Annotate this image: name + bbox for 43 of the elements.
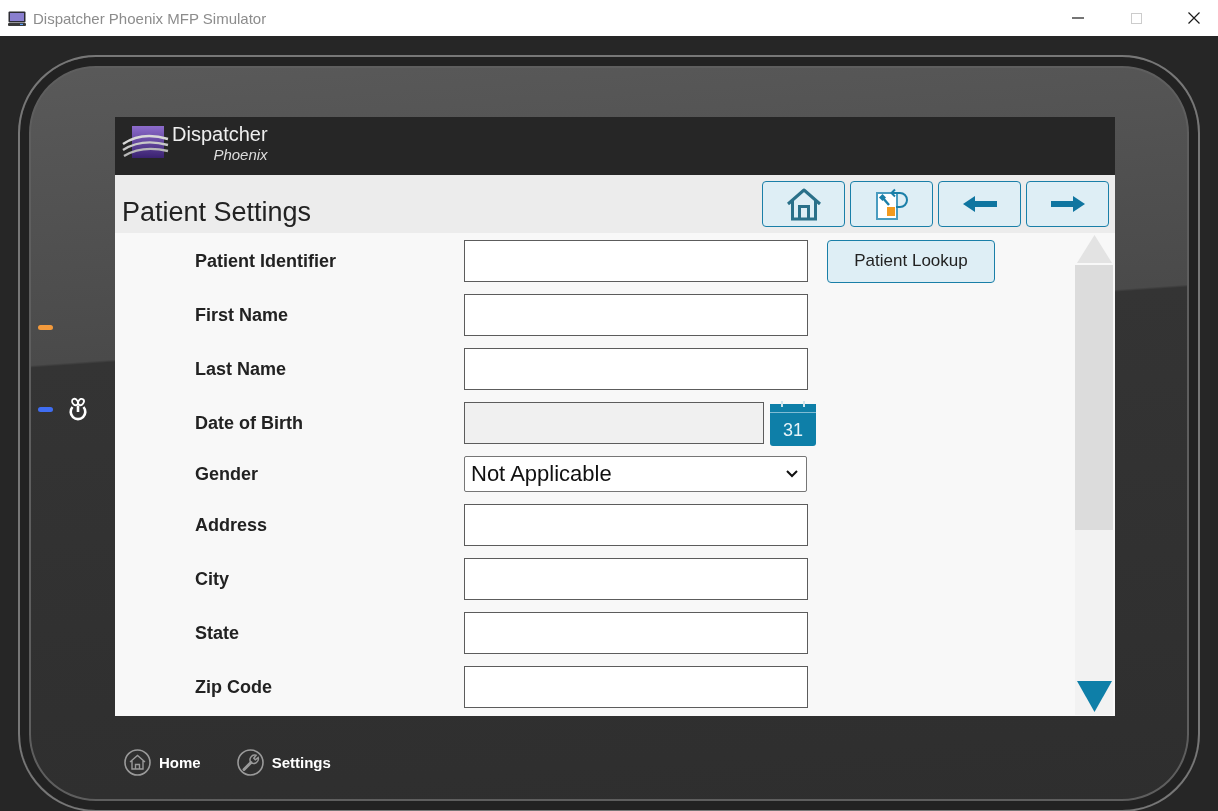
- text-field[interactable]: [464, 666, 808, 708]
- home-icon: [124, 749, 151, 776]
- field-label: Last Name: [195, 358, 288, 380]
- home-button[interactable]: [762, 181, 845, 227]
- scrollbar-thumb[interactable]: [1075, 265, 1113, 530]
- minimize-icon: [1072, 17, 1084, 19]
- app-icon: [8, 10, 26, 26]
- document-button[interactable]: [850, 181, 933, 227]
- power-icon: [66, 397, 90, 421]
- arrow-right-icon: [1050, 196, 1085, 212]
- lookup-button[interactable]: Patient Lookup: [827, 239, 995, 283]
- forward-button[interactable]: [1026, 181, 1109, 227]
- settings-nav-button[interactable]: Settings: [236, 749, 331, 776]
- scrollbar-track[interactable]: [1075, 265, 1113, 715]
- back-button[interactable]: [938, 181, 1021, 227]
- text-field[interactable]: [464, 294, 808, 336]
- close-icon: [1188, 12, 1200, 24]
- text-field[interactable]: [464, 504, 808, 546]
- field-label: City: [195, 568, 230, 590]
- page-title: Patient Settings: [122, 199, 312, 229]
- logo-title: Dispatcher: [172, 124, 268, 144]
- text-field[interactable]: [464, 558, 808, 600]
- scroll-down-icon: [1076, 681, 1112, 712]
- field-label: Zip Code: [195, 676, 273, 698]
- field-label: Patient Identifier: [195, 250, 338, 272]
- maximize-icon: [1130, 12, 1142, 24]
- arrow-left-icon: [962, 196, 997, 212]
- field-label: State: [195, 622, 240, 644]
- window-title: Dispatcher Phoenix MFP Simulator: [33, 9, 268, 27]
- home-nav-button[interactable]: Home: [124, 749, 201, 776]
- logo-subtitle: Phoenix: [213, 147, 268, 162]
- text-field[interactable]: [464, 240, 808, 282]
- field-label: Address: [195, 514, 269, 536]
- field-label: Gender: [195, 463, 260, 485]
- document-arrow-icon: [874, 187, 909, 221]
- field-label: First Name: [195, 304, 290, 326]
- select-field[interactable]: Not Applicable: [464, 456, 807, 492]
- wrench-icon: [236, 749, 264, 776]
- field-label: Date of Birth: [195, 412, 304, 434]
- text-field[interactable]: [464, 612, 808, 654]
- text-field[interactable]: [464, 348, 808, 390]
- chevron-down-icon: [786, 470, 798, 478]
- home-icon: [785, 187, 822, 221]
